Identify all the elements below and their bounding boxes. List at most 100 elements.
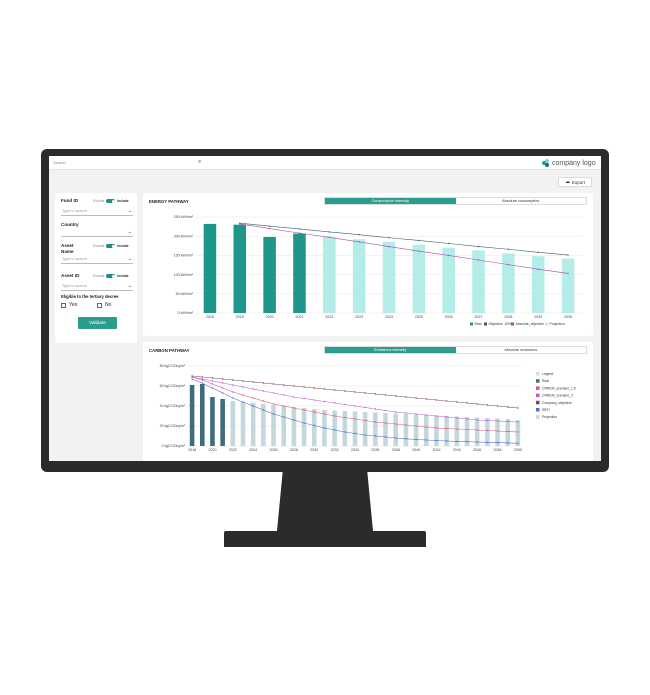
data-point: [293, 419, 295, 421]
data-point: [333, 415, 336, 417]
bar: [301, 408, 307, 446]
data-point: [456, 401, 458, 403]
yes-label: Yes: [69, 302, 78, 308]
bar: [199, 384, 205, 446]
bar: [531, 256, 545, 313]
checkbox[interactable]: [97, 302, 102, 308]
data-point: [447, 242, 450, 245]
legend-swatch: [536, 415, 540, 419]
data-point: [435, 439, 438, 442]
legend-label: Objective -40%: [489, 322, 512, 326]
data-point: [232, 391, 234, 393]
legend-swatch: [484, 322, 487, 326]
data-point: [435, 427, 438, 429]
asset-id-include-toggle[interactable]: Exclude Include: [93, 274, 129, 278]
data-point: [395, 395, 397, 397]
toggle-switch[interactable]: [106, 274, 116, 278]
export-button[interactable]: ☁ Export: [558, 177, 592, 187]
toggle-switch[interactable]: [106, 199, 116, 203]
data-point: [303, 409, 305, 411]
x-tick-label: 2028: [290, 448, 298, 452]
legend-label: Projection: [542, 415, 557, 419]
data-point: [303, 386, 305, 388]
data-point: [283, 394, 285, 396]
asset-name-input[interactable]: Type to search ⌄: [61, 255, 133, 264]
bar: [495, 418, 500, 446]
data-point: [268, 227, 271, 230]
data-point: [239, 223, 241, 225]
data-point: [354, 391, 356, 393]
data-point: [388, 245, 390, 248]
x-tick-label: 2036: [371, 448, 379, 452]
legend-label: Real: [475, 322, 482, 326]
chevron-down-icon[interactable]: ⌄: [128, 282, 132, 291]
data-point: [293, 396, 295, 398]
data-point: [298, 232, 301, 234]
fund-id-include-toggle[interactable]: Exclude Include: [93, 199, 129, 203]
data-point: [405, 438, 407, 440]
x-tick-label: 2024: [249, 448, 257, 452]
data-point: [201, 376, 203, 378]
data-point: [242, 394, 244, 396]
data-point: [537, 251, 539, 254]
data-point: [358, 233, 360, 236]
eligible-yes-checkbox[interactable]: Yes: [61, 302, 77, 308]
data-point: [323, 413, 326, 415]
x-tick-label: 2034: [351, 448, 359, 452]
search-icon[interactable]: ⌕: [198, 159, 201, 165]
data-point: [435, 399, 438, 401]
data-point: [567, 272, 569, 275]
x-tick-label: 2042: [432, 448, 440, 452]
data-point: [374, 408, 377, 410]
data-point: [328, 231, 331, 233]
data-point: [211, 377, 214, 379]
data-point: [333, 389, 336, 391]
data-point: [252, 397, 254, 399]
asset-id-input[interactable]: Type to search ⌄: [61, 282, 133, 291]
validate-button[interactable]: Validate: [78, 317, 117, 329]
x-tick-label: 2019: [236, 315, 244, 319]
checkbox[interactable]: [61, 302, 66, 308]
asset-name-include-toggle[interactable]: Exclude Include: [93, 244, 129, 248]
include-label: Include: [117, 244, 129, 248]
legend-swatch: [536, 408, 540, 412]
data-point: [364, 406, 366, 409]
data-point: [232, 384, 234, 386]
carbon-pathway-panel: CARBON PATHWAY Emissions intensity Absol…: [143, 342, 593, 461]
data-point: [507, 248, 510, 250]
data-point: [272, 413, 275, 415]
data-point: [333, 402, 336, 404]
data-point: [374, 435, 377, 437]
bar: [352, 411, 358, 446]
data-point: [374, 421, 377, 423]
data-point: [221, 392, 224, 394]
data-point: [272, 403, 275, 405]
data-point: [293, 385, 295, 387]
chevron-down-icon[interactable]: ⌄: [128, 207, 132, 216]
country-select[interactable]: ⌄: [61, 228, 133, 237]
data-point: [303, 422, 305, 424]
company-logo: company logo: [542, 158, 596, 168]
data-point: [486, 404, 489, 406]
toggle-switch[interactable]: [106, 244, 116, 248]
data-point: [344, 390, 346, 392]
data-point: [262, 400, 265, 402]
bar: [382, 241, 396, 313]
chevron-down-icon[interactable]: ⌄: [128, 255, 132, 264]
data-point: [486, 429, 489, 432]
data-point: [425, 426, 427, 428]
search-input[interactable]: Search: [52, 158, 206, 168]
series-line: [239, 223, 569, 274]
data-point: [364, 392, 366, 394]
data-point: [476, 403, 478, 405]
data-point: [344, 403, 346, 406]
chevron-down-icon[interactable]: ⌄: [128, 228, 132, 237]
asset-id-label: Asset ID: [61, 273, 80, 278]
data-point: [418, 250, 420, 252]
x-tick-label: 2030: [310, 448, 318, 452]
fund-id-input[interactable]: Type to search ⌄: [61, 207, 133, 216]
data-point: [211, 383, 214, 385]
eligible-no-checkbox[interactable]: No: [97, 302, 111, 308]
bar: [434, 415, 439, 446]
y-tick-label: 0 kgCO2eq/m²: [162, 444, 186, 448]
